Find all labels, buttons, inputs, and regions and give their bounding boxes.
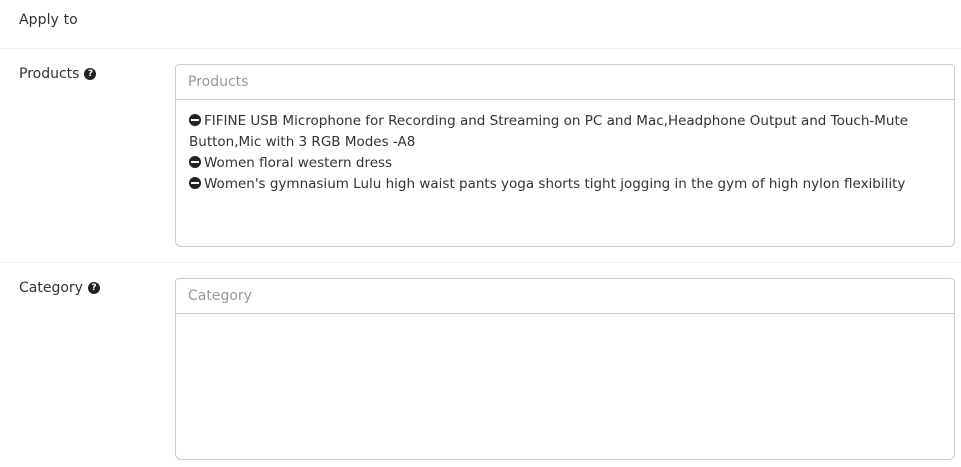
list-item-label: Women's gymnasium Lulu high waist pants … bbox=[204, 176, 906, 192]
question-circle-icon[interactable]: ? bbox=[84, 68, 97, 80]
apply-to-title: Apply to bbox=[19, 12, 78, 28]
minus-circle-icon[interactable] bbox=[189, 156, 201, 168]
minus-circle-icon[interactable] bbox=[189, 177, 201, 189]
products-list: FIFINE USB Microphone for Recording and … bbox=[175, 100, 955, 247]
category-search-input[interactable] bbox=[175, 278, 955, 314]
products-label: Products ? bbox=[19, 66, 97, 82]
minus-circle-icon[interactable] bbox=[189, 114, 201, 126]
products-search-input[interactable] bbox=[175, 64, 955, 100]
question-circle-icon[interactable]: ? bbox=[87, 282, 100, 294]
category-list bbox=[175, 314, 955, 460]
list-item: Women floral western dress bbox=[189, 153, 941, 174]
list-item-label: FIFINE USB Microphone for Recording and … bbox=[189, 113, 909, 150]
category-label-text: Category bbox=[19, 280, 83, 296]
products-label-text: Products bbox=[19, 66, 80, 82]
category-label: Category ? bbox=[19, 280, 100, 296]
divider bbox=[0, 48, 961, 49]
list-item: Women's gymnasium Lulu high waist pants … bbox=[189, 174, 941, 195]
list-item: FIFINE USB Microphone for Recording and … bbox=[189, 111, 941, 153]
list-item-label: Women floral western dress bbox=[204, 155, 393, 171]
divider bbox=[0, 262, 961, 263]
